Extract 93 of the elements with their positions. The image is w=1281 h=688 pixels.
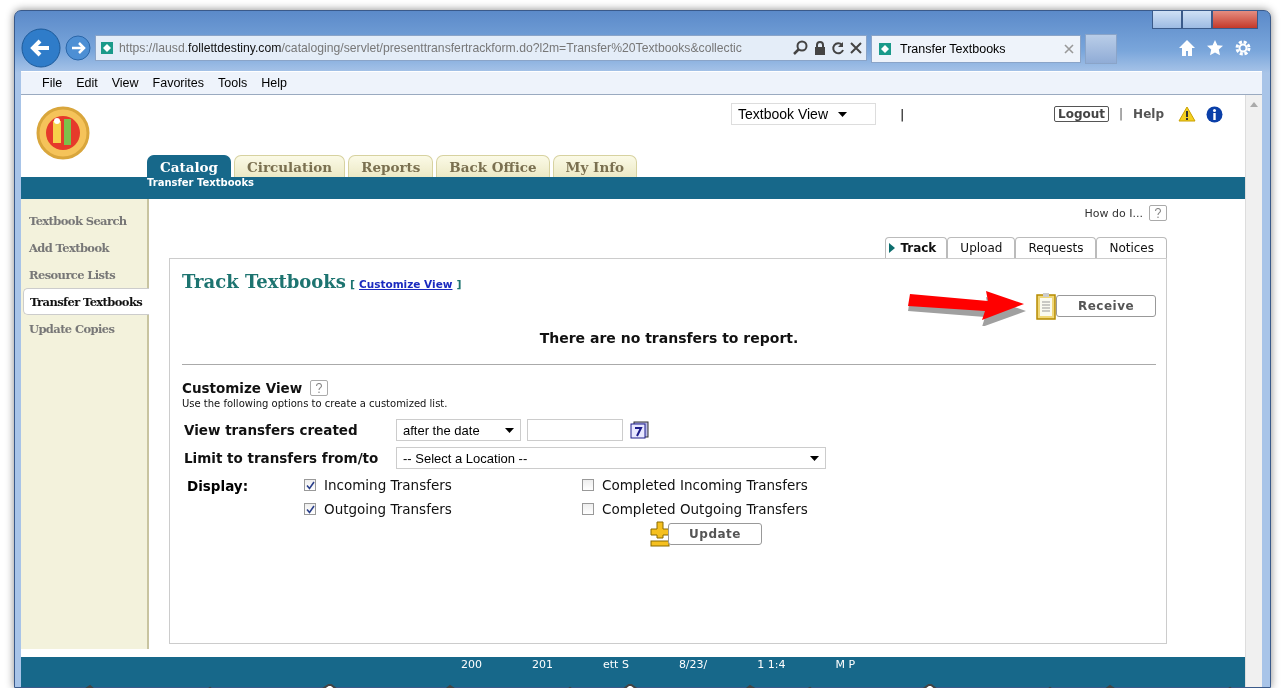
- site-icon: [100, 41, 114, 55]
- footer-text: ett S: [603, 658, 629, 673]
- url-text: https://lausd.follettdestiny.com/cataloging/servlet/presenttransfertrackform.do?l2m=Transfer%20Textbooks&collectic: [119, 41, 743, 55]
- checkbox[interactable]: [304, 479, 316, 491]
- location-dropdown[interactable]: -- Select a Location --: [396, 447, 826, 469]
- triangle-icon: [889, 243, 896, 253]
- sidebar-item[interactable]: Update Copies: [23, 315, 147, 342]
- update-button[interactable]: Update: [668, 523, 762, 545]
- menu-item[interactable]: Edit: [69, 76, 105, 90]
- plus-icon: [650, 521, 670, 547]
- checkbox[interactable]: [582, 503, 594, 515]
- clipboard-icon: [1036, 292, 1056, 320]
- check-icon: [305, 504, 315, 514]
- page-tab[interactable]: Track: [885, 237, 948, 258]
- page-tab[interactable]: Notices: [1096, 237, 1167, 258]
- minimize-button[interactable]: [1152, 11, 1182, 29]
- scroll-up-icon: [1250, 101, 1258, 107]
- page-title: Track Textbooks: [182, 271, 346, 292]
- back-icon[interactable]: [21, 28, 61, 68]
- calendar-icon[interactable]: [629, 421, 649, 439]
- caret-icon: [838, 111, 847, 117]
- page-tab[interactable]: Requests: [1015, 237, 1097, 258]
- nav-tab[interactable]: Circulation: [234, 155, 346, 177]
- close-icon: [1064, 44, 1074, 54]
- footer-text: 1 1:4: [757, 658, 786, 673]
- new-tab-button[interactable]: [1085, 34, 1117, 64]
- subnav-link[interactable]: Transfer Textbooks: [147, 177, 255, 188]
- checkbox-label: Completed Outgoing Transfers: [602, 501, 808, 517]
- nav-tab[interactable]: Reports: [348, 155, 434, 177]
- stop-icon: [850, 42, 862, 54]
- close-button[interactable]: [1212, 11, 1258, 29]
- check-icon: [305, 480, 315, 490]
- checkbox[interactable]: [304, 503, 316, 515]
- sidebar-item[interactable]: Textbook Search: [23, 207, 147, 234]
- view-dropdown[interactable]: Textbook View: [731, 103, 876, 125]
- settings-icon[interactable]: [1234, 39, 1252, 57]
- refresh-icon: [831, 41, 845, 55]
- question-icon: [1154, 207, 1162, 219]
- how-do-i-link[interactable]: How do I...: [1084, 206, 1143, 220]
- warning-icon[interactable]: [1178, 106, 1196, 122]
- scrollbar[interactable]: [1245, 95, 1262, 687]
- sidebar-item[interactable]: Add Textbook: [23, 234, 147, 261]
- nav-tab[interactable]: Catalog: [147, 155, 232, 177]
- site-icon: [878, 42, 892, 56]
- separator: |: [1119, 107, 1124, 121]
- section-heading: Customize View: [182, 380, 303, 396]
- footer-text: M P: [835, 658, 856, 673]
- menu-item[interactable]: Tools: [211, 76, 255, 90]
- caret-icon: [505, 427, 514, 433]
- footer-text: 201: [532, 658, 553, 673]
- caret-icon: [810, 455, 819, 461]
- empty-message: There are no transfers to report.: [538, 330, 800, 346]
- footer-text: 8/23/: [678, 658, 708, 673]
- footer-text: 200: [461, 658, 482, 673]
- tab-title: Transfer Textbooks: [900, 42, 1007, 56]
- sidebar-item[interactable]: Resource Lists: [23, 261, 147, 288]
- question-icon: [315, 382, 324, 394]
- logout-button[interactable]: Logout: [1054, 106, 1110, 122]
- star-icon[interactable]: [1206, 39, 1224, 57]
- lock-icon: [814, 41, 826, 55]
- field-label: View transfers created: [184, 422, 358, 438]
- customize-view-link[interactable]: Customize View: [359, 278, 453, 290]
- checkbox-label: Incoming Transfers: [324, 477, 452, 493]
- help-link[interactable]: Help: [1133, 107, 1164, 121]
- home-icon[interactable]: [1178, 39, 1196, 57]
- nav-tab[interactable]: My Info: [552, 155, 637, 177]
- date-field[interactable]: [527, 419, 623, 441]
- field-label: Limit to transfers from/to: [184, 450, 379, 466]
- search-icon: [793, 40, 809, 56]
- receive-button[interactable]: Receive: [1056, 295, 1156, 317]
- field-label: Display:: [187, 477, 250, 496]
- address-bar[interactable]: https://lausd.follettdestiny.com/cataloging/servlet/presenttransfertrackform.do?l2m=Transfer%20Textbooks&collectic: [95, 35, 867, 61]
- page-tab[interactable]: Upload: [947, 237, 1016, 258]
- help-icon[interactable]: [310, 380, 329, 396]
- description: Use the following options to create a customized list.: [182, 398, 449, 409]
- checkbox-label: Completed Incoming Transfers: [602, 477, 808, 493]
- browser-tab[interactable]: Transfer Textbooks: [871, 35, 1081, 63]
- checkbox-label: Outgoing Transfers: [324, 501, 452, 517]
- help-icon[interactable]: [1149, 205, 1167, 221]
- sidebar-item[interactable]: Transfer Textbooks: [23, 288, 149, 315]
- menu-item[interactable]: Favorites: [145, 76, 211, 90]
- forward-icon[interactable]: [65, 35, 91, 61]
- menu-item[interactable]: File: [35, 76, 70, 90]
- date-mode-dropdown[interactable]: after the date: [396, 419, 521, 441]
- checkbox[interactable]: [582, 479, 594, 491]
- menu-item[interactable]: Help: [254, 76, 294, 90]
- nav-tab[interactable]: Back Office: [436, 155, 550, 177]
- maximize-button[interactable]: [1182, 11, 1212, 29]
- bracket: [: [349, 278, 355, 291]
- separator: |: [900, 106, 905, 122]
- bracket: ]: [456, 278, 462, 291]
- info-icon[interactable]: [1206, 105, 1223, 123]
- menu-item[interactable]: View: [104, 76, 146, 90]
